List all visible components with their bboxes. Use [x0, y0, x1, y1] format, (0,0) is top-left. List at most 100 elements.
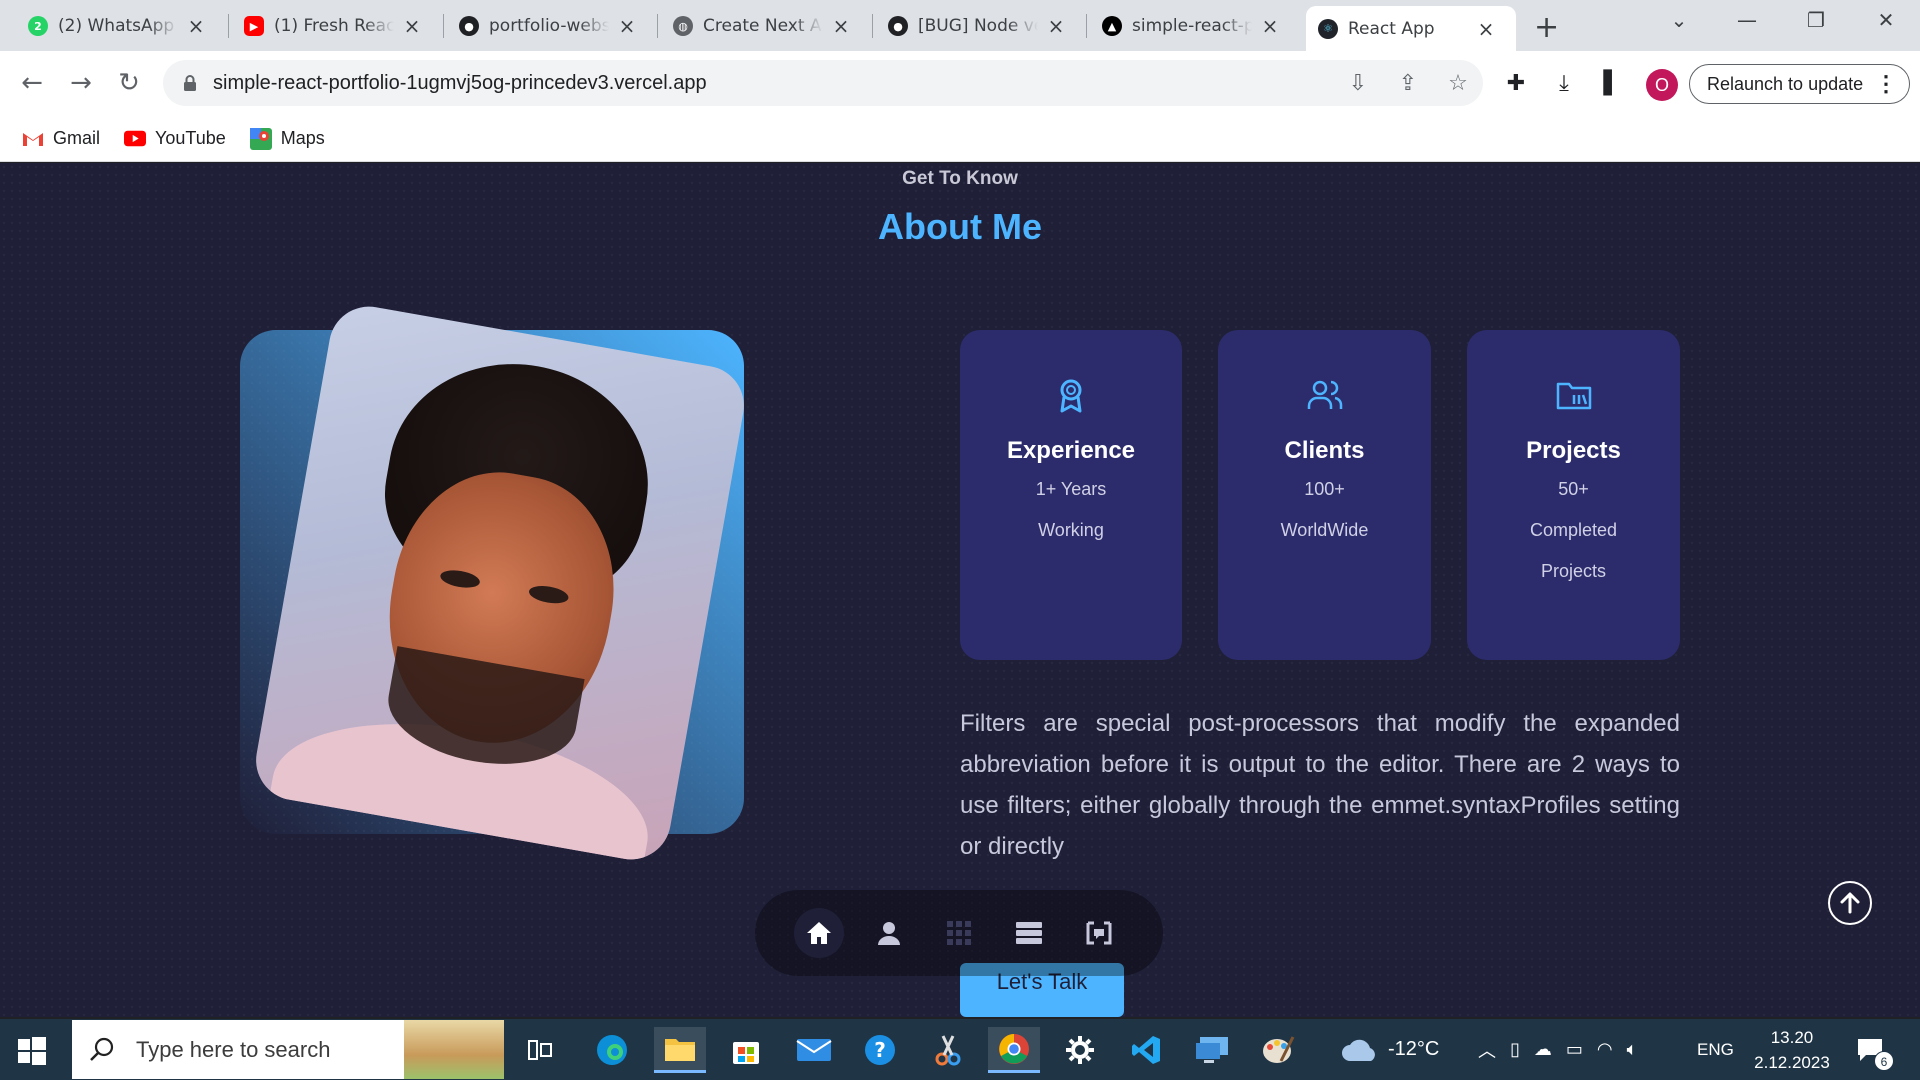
notification-center[interactable]: 6	[1856, 1019, 1894, 1080]
windows-start-icon[interactable]	[14, 1033, 50, 1069]
user-icon	[878, 922, 900, 945]
home-icon	[807, 922, 831, 944]
relaunch-button[interactable]: Relaunch to update ⋮	[1689, 64, 1910, 104]
award-icon	[1060, 379, 1082, 413]
more-menu-icon[interactable]: ⋮	[1875, 71, 1897, 97]
bookmark-youtube[interactable]: YouTube	[124, 128, 226, 150]
weather-widget[interactable]: -12°C	[1340, 1019, 1439, 1080]
tab-title: portfolio-website	[489, 16, 609, 36]
react-icon: ⚛	[1318, 18, 1338, 39]
grid-icon	[947, 921, 971, 945]
about-section: Get To Know About Me Experience 1+ Years…	[0, 163, 1920, 1017]
restore-icon[interactable]: ❐	[1796, 8, 1836, 32]
svg-text:?: ?	[874, 1038, 886, 1062]
chrome-icon[interactable]	[988, 1027, 1040, 1073]
tab-portfolio-website[interactable]: ● portfolio-website ×	[447, 8, 649, 44]
clock[interactable]: 13.20 2.12.2023	[1750, 1019, 1834, 1080]
card-line: Projects	[1540, 561, 1607, 581]
edge-icon[interactable]	[586, 1027, 638, 1073]
nav-services[interactable]	[1004, 908, 1054, 958]
file-explorer-icon[interactable]	[654, 1027, 706, 1073]
profile-photo	[249, 300, 751, 866]
card-line: Completed	[1529, 520, 1618, 540]
close-icon[interactable]: ×	[831, 14, 851, 38]
tab-simple-react-portfolio[interactable]: ▲ simple-react-portfolio ×	[1090, 8, 1292, 44]
tab-react-app[interactable]: ⚛ React App ×	[1306, 6, 1516, 51]
card-clients: Clients 100+ WorldWide	[1218, 330, 1431, 660]
close-icon[interactable]: ×	[1046, 14, 1066, 38]
nav-about[interactable]	[864, 908, 914, 958]
bookmark-gmail[interactable]: Gmail	[22, 128, 100, 150]
bookmarks-bar: Gmail YouTube Maps	[0, 116, 1920, 162]
microsoft-store-icon[interactable]	[720, 1027, 772, 1073]
card-line: WorldWide	[1280, 520, 1369, 540]
vscode-icon[interactable]	[1120, 1027, 1172, 1073]
weather-temp: -12°C	[1388, 1038, 1440, 1060]
remote-desktop-icon[interactable]	[1186, 1027, 1238, 1073]
forward-button[interactable]: →	[61, 63, 101, 103]
system-tray: ︿ ▯ ☁ ▭ ◠ 🔈︎	[1478, 1019, 1637, 1080]
tab-title: React App	[1348, 18, 1435, 39]
battery-icon[interactable]: ▭	[1566, 1039, 1583, 1060]
minimize-icon[interactable]: —	[1727, 8, 1767, 32]
search-highlight-image	[404, 1020, 504, 1079]
back-button[interactable]: ←	[12, 63, 52, 103]
close-icon[interactable]: ×	[402, 14, 422, 38]
tab-title: (1) Fresh React	[274, 16, 394, 36]
card-title: Clients	[1284, 437, 1365, 464]
arrow-up-icon	[1840, 892, 1860, 914]
relaunch-label: Relaunch to update	[1707, 73, 1864, 94]
install-app-icon[interactable]: ⇩	[1343, 68, 1373, 98]
tab-bug-node-version[interactable]: ● [BUG] Node version ×	[876, 8, 1078, 44]
card-experience: Experience 1+ Years Working	[960, 330, 1182, 660]
volume-icon[interactable]: 🔈︎	[1627, 1039, 1638, 1060]
nav-contact[interactable]	[1074, 908, 1124, 958]
snipping-tool-icon[interactable]	[922, 1027, 974, 1073]
browser-toolbar: ← → ↻ simple-react-portfolio-1ugmvj5og-p…	[0, 51, 1920, 116]
new-tab-button[interactable]: +	[1534, 10, 1559, 45]
window-close-icon[interactable]: ✕	[1866, 8, 1906, 32]
tab-create-next-app[interactable]: ◍ Create Next App ×	[661, 8, 863, 44]
downloads-icon[interactable]: ⤓	[1546, 65, 1582, 101]
device-icon[interactable]: ▯	[1510, 1039, 1520, 1060]
card-line: 1+ Years	[1035, 479, 1107, 499]
tray-chevron-icon[interactable]: ︿	[1478, 1037, 1496, 1063]
tab-youtube[interactable]: ▶ (1) Fresh React ×	[232, 8, 434, 44]
tab-search-chevron-icon[interactable]: ⌄	[1659, 8, 1699, 32]
settings-icon[interactable]	[1054, 1027, 1106, 1073]
tab-title: simple-react-portfolio	[1132, 16, 1252, 36]
extensions-icon[interactable]: ✚	[1498, 65, 1534, 101]
tab-whatsapp[interactable]: 2 (2) WhatsApp ×	[16, 8, 218, 44]
wifi-icon[interactable]: ◠	[1597, 1039, 1613, 1060]
bookmark-maps[interactable]: Maps	[249, 127, 325, 150]
taskbar-search[interactable]: Type here to search	[72, 1020, 504, 1079]
windows-taskbar: Type here to search ? -12°C ︿ ▯ ☁ ▭ ◠ 🔈︎…	[0, 1019, 1920, 1080]
onedrive-icon[interactable]: ☁	[1534, 1039, 1552, 1060]
lock-icon	[184, 75, 196, 91]
bookmark-star-icon[interactable]: ☆	[1443, 68, 1473, 98]
bookmark-label: YouTube	[155, 128, 226, 148]
tab-title: (2) WhatsApp	[58, 16, 175, 36]
language-indicator[interactable]: ENG	[1697, 1019, 1734, 1080]
nav-home[interactable]	[794, 908, 844, 958]
vercel-icon: ▲	[1102, 16, 1122, 36]
server-icon	[1016, 922, 1042, 944]
task-view-icon[interactable]	[514, 1027, 566, 1073]
reload-button[interactable]: ↻	[109, 63, 149, 103]
scroll-to-top-button[interactable]	[1828, 881, 1872, 925]
share-icon[interactable]: ⇪	[1393, 68, 1423, 98]
nav-experience[interactable]	[934, 908, 984, 958]
close-icon[interactable]: ×	[186, 14, 206, 38]
github-icon: ●	[888, 16, 908, 36]
close-icon[interactable]: ×	[617, 14, 637, 38]
paint-icon[interactable]	[1252, 1027, 1304, 1073]
search-placeholder: Type here to search	[136, 1036, 331, 1062]
profile-avatar[interactable]: O	[1646, 69, 1678, 101]
mail-icon[interactable]	[788, 1027, 840, 1073]
close-icon[interactable]: ×	[1476, 17, 1496, 41]
close-icon[interactable]: ×	[1260, 14, 1280, 38]
side-panel-icon[interactable]: ▌	[1594, 65, 1630, 101]
address-bar[interactable]: simple-react-portfolio-1ugmvj5og-princed…	[163, 60, 1483, 106]
bookmark-label: Gmail	[53, 128, 101, 148]
help-icon[interactable]: ?	[854, 1027, 906, 1073]
